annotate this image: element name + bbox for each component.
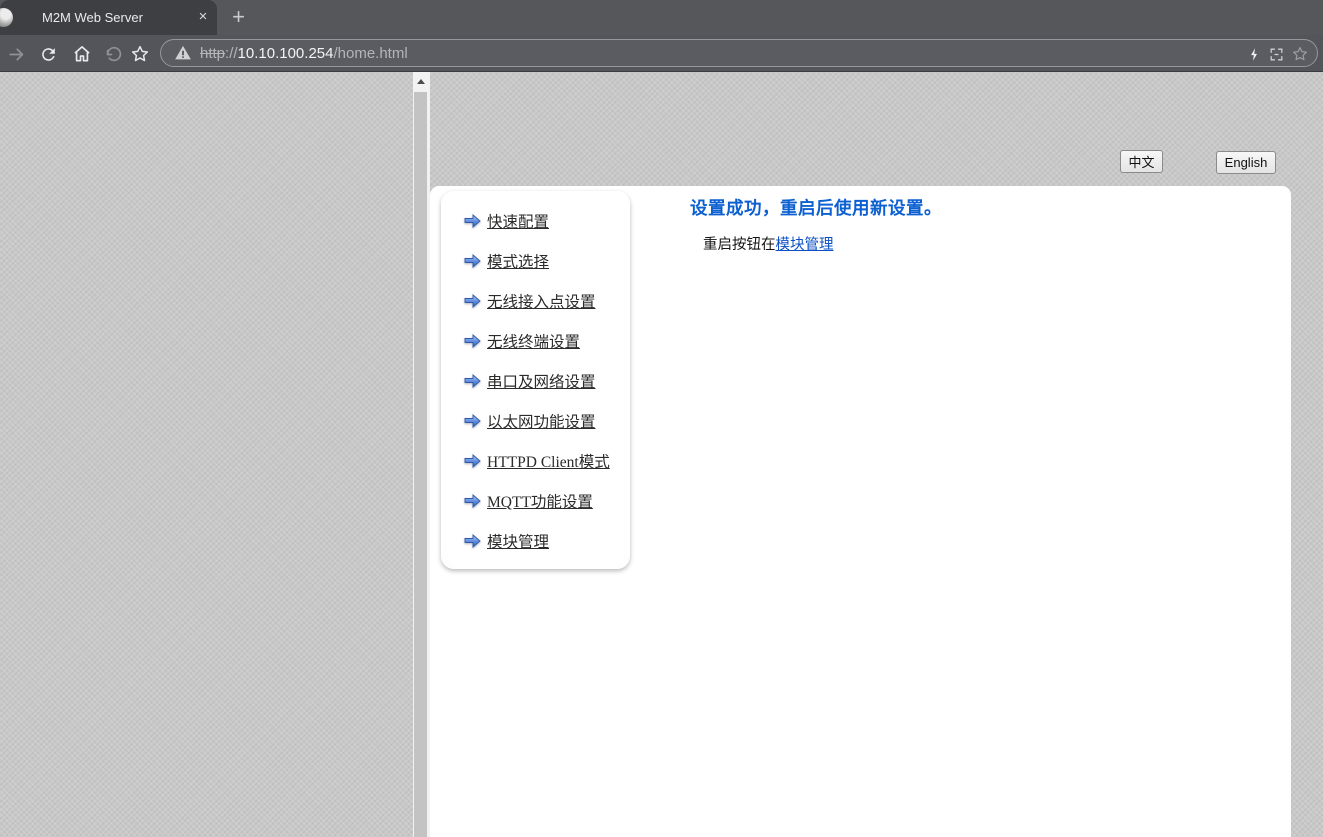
main-frame: 中文 English 快速配置 模式选择 无线接入点设置 bbox=[430, 72, 1323, 837]
tab-title: M2M Web Server bbox=[42, 10, 143, 25]
scrollbar-thumb[interactable] bbox=[414, 92, 427, 837]
menu-link[interactable]: 以太网功能设置 bbox=[487, 410, 596, 432]
browser-toolbar: http://10.10.100.254/home.html bbox=[0, 35, 1323, 72]
content-panel: 快速配置 模式选择 无线接入点设置 无线终端设置 bbox=[430, 186, 1291, 837]
blue-arrow-icon bbox=[464, 534, 481, 548]
status-message: 设置成功，重启后使用新设置。 重启按钮在模块管理 bbox=[690, 195, 942, 254]
url-scheme: http bbox=[200, 45, 225, 62]
language-chinese-button[interactable]: 中文 bbox=[1120, 150, 1163, 173]
menu-item-sta-settings[interactable]: 无线终端设置 bbox=[464, 321, 630, 361]
blue-arrow-icon bbox=[464, 494, 481, 508]
triangle-up-icon bbox=[417, 79, 425, 84]
restart-note: 重启按钮在模块管理 bbox=[703, 233, 942, 254]
url-host: 10.10.100.254 bbox=[238, 45, 334, 62]
url-text[interactable]: http://10.10.100.254/home.html bbox=[200, 45, 408, 62]
insecure-warning-icon[interactable] bbox=[174, 44, 192, 67]
blue-arrow-icon bbox=[464, 454, 481, 468]
blue-arrow-icon bbox=[464, 214, 481, 228]
nav-menu: 快速配置 模式选择 无线接入点设置 无线终端设置 bbox=[441, 191, 630, 561]
blue-arrow-icon bbox=[464, 374, 481, 388]
menu-item-quick-config[interactable]: 快速配置 bbox=[464, 201, 630, 241]
restart-note-text: 重启按钮在 bbox=[703, 237, 776, 253]
tab-close-icon[interactable]: × bbox=[192, 6, 214, 28]
nav-menu-card: 快速配置 模式选择 无线接入点设置 无线终端设置 bbox=[441, 191, 630, 569]
menu-link[interactable]: MQTT功能设置 bbox=[487, 490, 593, 512]
menu-item-module-management[interactable]: 模块管理 bbox=[464, 521, 630, 561]
scroll-up-button[interactable] bbox=[413, 72, 430, 90]
home-icon[interactable] bbox=[70, 42, 94, 66]
frame-scrollbar[interactable] bbox=[413, 72, 430, 837]
new-tab-button[interactable]: + bbox=[225, 3, 252, 32]
blue-arrow-icon bbox=[464, 334, 481, 348]
success-heading: 设置成功，重启后使用新设置。 bbox=[690, 195, 942, 220]
browser-tab[interactable]: M2M Web Server × bbox=[0, 0, 217, 35]
menu-link[interactable]: 快速配置 bbox=[487, 210, 549, 232]
address-bar[interactable]: http://10.10.100.254/home.html bbox=[160, 39, 1318, 67]
menu-item-uart-settings[interactable]: 串口及网络设置 bbox=[464, 361, 630, 401]
reader-crop-icon[interactable] bbox=[1265, 43, 1287, 65]
undo-icon[interactable] bbox=[101, 42, 125, 66]
menu-item-ap-settings[interactable]: 无线接入点设置 bbox=[464, 281, 630, 321]
menu-link[interactable]: 串口及网络设置 bbox=[487, 370, 596, 392]
menu-link[interactable]: 无线终端设置 bbox=[487, 330, 580, 352]
left-frame bbox=[0, 72, 413, 837]
blue-arrow-icon bbox=[464, 414, 481, 428]
reload-icon[interactable] bbox=[36, 42, 60, 66]
bookmark-star-icon[interactable] bbox=[128, 42, 152, 66]
menu-link[interactable]: 无线接入点设置 bbox=[487, 290, 596, 312]
screen: { "browser": { "tab_title": "M2M Web Ser… bbox=[0, 0, 1323, 837]
menu-item-mqtt-settings[interactable]: MQTT功能设置 bbox=[464, 481, 630, 521]
menu-item-ethernet-settings[interactable]: 以太网功能设置 bbox=[464, 401, 630, 441]
menu-link[interactable]: HTTPD Client模式 bbox=[487, 450, 610, 472]
url-separator: :// bbox=[225, 45, 238, 62]
module-management-link[interactable]: 模块管理 bbox=[776, 237, 834, 253]
blue-arrow-icon bbox=[464, 254, 481, 268]
menu-link[interactable]: 模块管理 bbox=[487, 530, 549, 552]
menu-item-mode-select[interactable]: 模式选择 bbox=[464, 241, 630, 281]
forward-icon[interactable] bbox=[4, 42, 28, 66]
lightning-icon[interactable] bbox=[1243, 43, 1265, 65]
browser-tab-strip: M2M Web Server × + bbox=[0, 0, 1323, 35]
site-favicon-icon bbox=[0, 8, 13, 27]
blue-arrow-icon bbox=[464, 294, 481, 308]
menu-item-httpd-client[interactable]: HTTPD Client模式 bbox=[464, 441, 630, 481]
menu-link[interactable]: 模式选择 bbox=[487, 250, 549, 272]
page-content: 中文 English 快速配置 模式选择 无线接入点设置 bbox=[0, 72, 1323, 837]
url-path: /home.html bbox=[333, 45, 407, 62]
language-english-button[interactable]: English bbox=[1216, 151, 1276, 174]
favorites-star-icon[interactable] bbox=[1289, 43, 1311, 65]
